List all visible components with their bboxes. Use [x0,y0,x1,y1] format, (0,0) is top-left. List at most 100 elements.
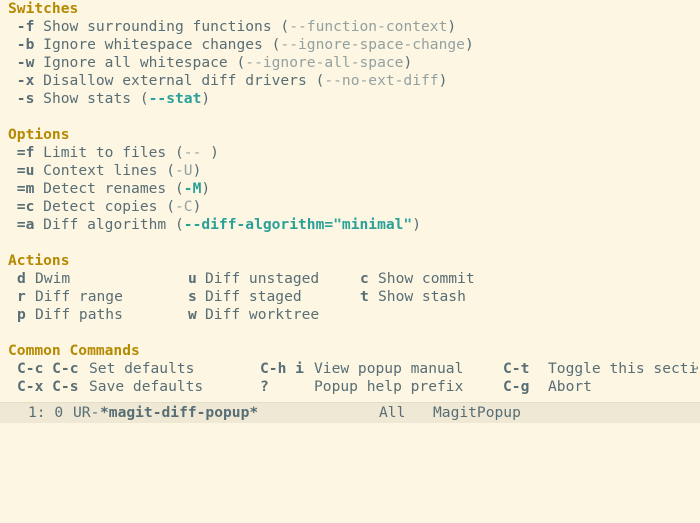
switch-label: Show surrounding functions [43,18,272,35]
command-label: View popup manual [314,360,464,377]
common-commands-grid: C-c C-c Set defaults C-h i View popup manua… [8,360,700,396]
switch-item[interactable]: -w Ignore all whitespace (--ignore-all-s… [8,54,700,72]
mode-line: 1: 0 UR- *magit-diff-popup* All MagitPop… [0,402,700,423]
switch-argument: --function-context [289,18,448,35]
open-paren: ( [236,54,246,71]
open-paren: ( [139,90,149,107]
action-label: Diff staged [205,288,302,305]
close-paren: ) [192,198,202,215]
command-label: Save defaults [89,378,204,395]
command-item[interactable]: C-x C-s Save defaults [17,378,203,396]
command-item[interactable]: C-g Abort [503,378,592,396]
actions-grid: d Dwim u Diff unstaged c Show commit r Diff ran… [8,270,700,324]
action-item[interactable]: c Show commit [360,270,475,288]
switch-key: -f [16,18,35,35]
minibuffer [0,423,700,440]
option-key: =a [16,216,35,233]
command-key: C-c C-c [17,360,79,377]
option-key: =m [16,180,35,197]
option-label: Context lines [43,162,158,179]
switch-item[interactable]: -x Disallow external diff drivers (--no-… [8,72,700,90]
open-paren: ( [174,180,184,197]
action-row: r Diff range s Diff staged t Show stash [8,288,700,306]
close-paren: ) [447,18,457,35]
open-paren: ( [166,198,175,215]
action-item[interactable]: s Diff staged [188,288,302,306]
action-item[interactable]: d Dwim [17,270,70,288]
close-paren: ) [464,36,474,53]
command-item[interactable]: C-t Toggle this secti [503,360,697,378]
switch-key: -w [16,54,35,71]
option-item[interactable]: =f Limit to files (-- ) [8,144,700,162]
action-key: u [188,270,197,287]
options-list: =f Limit to files (-- ) =u Context lines… [8,144,700,234]
modeline-buffer-name: *magit-diff-popup* [100,404,259,421]
switch-label: Ignore whitespace changes [43,36,263,53]
option-item[interactable]: =a Diff algorithm (--diff-algorithm="min… [8,216,700,234]
switch-key: -s [16,90,35,107]
open-paren: ( [174,216,184,233]
action-item[interactable]: t Show stash [360,288,466,306]
action-key: c [360,270,369,287]
command-item[interactable]: C-c C-c Set defaults [17,360,194,378]
switch-item[interactable]: -s Show stats (--stat) [8,90,700,108]
command-key: C-t [503,360,530,377]
action-label: Show commit [378,270,475,287]
action-label: Diff worktree [205,306,320,323]
option-key: =u [16,162,35,179]
modeline-position: All [379,404,406,421]
switch-argument: --stat [148,90,202,107]
close-paren: ) [403,54,413,71]
option-label: Limit to files [43,144,167,161]
command-label: Popup help prefix [314,378,464,395]
command-item[interactable]: C-h i View popup manual [260,360,463,378]
modeline-line-number: 1: 0 [28,404,64,421]
action-item[interactable]: r Diff range [17,288,123,306]
switch-argument: --no-ext-diff [324,72,439,89]
command-key: ? [260,378,269,395]
modeline-major-mode: MagitPopup [433,404,521,421]
line-truncation-icon: ↩ [691,362,699,375]
action-row: d Dwim u Diff unstaged c Show commit [8,270,700,288]
close-paren: ) [201,90,211,107]
switch-item[interactable]: -b Ignore whitespace changes (--ignore-s… [8,36,700,54]
option-key: =f [16,144,35,161]
modeline-status: UR- [73,404,100,421]
close-paren: ) [201,180,211,197]
action-label: Dwim [35,270,71,287]
option-item[interactable]: =c Detect copies (-C) [8,198,700,216]
action-row: p Diff paths w Diff worktree [8,306,700,324]
option-label: Detect copies [43,198,158,215]
option-argument: -- [183,144,211,161]
open-paren: ( [174,144,184,161]
action-label: Diff paths [35,306,123,323]
switches-list: -f Show surrounding functions ( --functio… [8,18,700,108]
section-heading-common-commands: Common Commands [8,342,140,359]
action-item[interactable]: p Diff paths [17,306,123,324]
switch-item[interactable]: -f Show surrounding functions (--functio… [8,18,700,36]
switch-argument: --ignore-all-space [245,54,404,71]
action-key: s [188,288,197,305]
action-key: d [17,270,26,287]
action-key: t [360,288,369,305]
option-argument: -M [183,180,202,197]
option-item[interactable]: =m Detect renames (-M) [8,180,700,198]
action-label: Diff range [35,288,123,305]
command-label: Abort [548,378,592,395]
option-item[interactable]: =u Context lines (-U) [8,162,700,180]
magit-diff-popup: Switches -f Show surrounding functions (… [8,0,700,396]
close-paren: ) [412,216,422,233]
action-item[interactable]: u Diff unstaged [188,270,319,288]
action-label: Show stash [378,288,466,305]
option-key: =c [16,198,35,215]
option-argument: --diff-algorithm="minimal" [183,216,413,233]
action-key: w [188,306,197,323]
action-item[interactable]: w Diff worktree [188,306,319,324]
action-label: Diff unstaged [205,270,320,287]
command-row: C-c C-c Set defaults C-h i View popup manua… [8,360,700,378]
close-paren: ) [210,144,219,161]
switch-label: Ignore all whitespace [43,54,228,71]
command-item[interactable]: ? Popup help prefix [260,378,463,396]
command-key: C-h i [260,360,304,377]
open-paren: ( [166,162,175,179]
